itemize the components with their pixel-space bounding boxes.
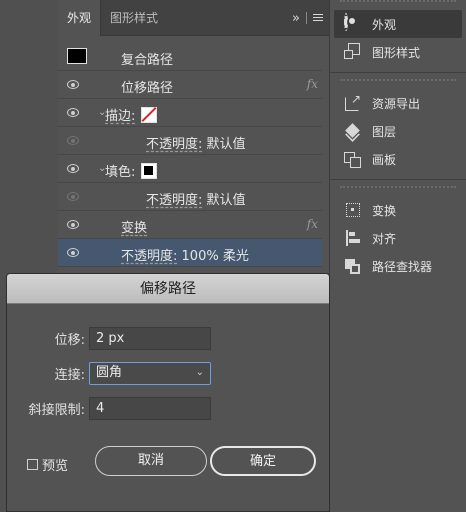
miter-row: 斜接限制: 4 (7, 397, 211, 420)
dock-item-asset-export[interactable]: ↗ 资源导出 (330, 89, 466, 117)
align-icon (344, 229, 362, 247)
dock-item-transform[interactable]: 变换 (330, 196, 466, 224)
tab-appearance[interactable]: 外观 (58, 0, 101, 36)
joins-label: 连接: (54, 368, 85, 383)
joins-row: 连接: 圆角 ⌄ (7, 362, 211, 385)
layers-icon (344, 122, 362, 142)
offset-path-dialog: 偏移路径 位移: 2 px 连接: 圆角 ⌄ 斜接限制: 4 预览 取消 确定 (6, 273, 330, 512)
pathfinder-icon (344, 257, 362, 275)
transform-icon (344, 201, 362, 219)
eye-icon[interactable] (67, 220, 79, 229)
row-opacity[interactable]: 不透明度: 100% 柔光 (58, 239, 322, 267)
miter-limit-input[interactable]: 4 (89, 397, 211, 420)
dock-item-pathfinder[interactable]: 路径查找器 (330, 252, 466, 280)
dock-group: ↗ 资源导出 图层 画板 (330, 87, 466, 180)
fx-icon[interactable]: fx (307, 77, 318, 91)
offset-row: 位移: 2 px (7, 327, 211, 350)
eye-icon[interactable] (67, 248, 79, 257)
fx-icon[interactable]: fx (307, 217, 318, 231)
opacity-value: 100% 柔光 (181, 249, 249, 264)
appearance-panel: 外观 图形样式 » 复合路径 位移路径 fx ⌄ 描边: 不透明度: 默认值 ⌄… (58, 0, 330, 290)
dock-item-label: 路径查找器 (372, 259, 433, 274)
panel-tab-bar: 外观 图形样式 » (58, 0, 329, 36)
dock-item-label: 图形样式 (372, 45, 421, 60)
ok-button[interactable]: 确定 (210, 446, 316, 476)
panel-controls: » (292, 0, 323, 36)
row-label-wrap: 不透明度: 100% 柔光 (121, 245, 249, 264)
preview-option[interactable]: 预览 (27, 455, 68, 474)
eye-icon[interactable] (67, 108, 79, 117)
row-stroke-opacity[interactable]: 不透明度: 默认值 (58, 127, 322, 155)
dock-grip[interactable] (340, 79, 456, 87)
joins-select[interactable]: 圆角 ⌄ (89, 362, 211, 385)
chevron-down-icon: ⌄ (195, 367, 204, 378)
fill-black-swatch-icon[interactable] (141, 162, 158, 179)
artboards-icon (344, 150, 362, 168)
row-label: 位移路径 (121, 81, 174, 96)
preview-label: 预览 (42, 459, 69, 474)
dock-item-label: 画板 (372, 152, 397, 167)
dock-item-label: 图层 (372, 124, 397, 139)
dock-item-label: 外观 (372, 17, 397, 32)
cancel-button[interactable]: 取消 (95, 446, 207, 476)
appearance-icon (344, 13, 362, 33)
row-label-wrap: 不透明度: 默认值 (146, 189, 246, 208)
row-label[interactable]: 变换 (121, 217, 147, 236)
row-fill[interactable]: ⌄ 填色: (58, 155, 322, 183)
opacity-label[interactable]: 不透明度: (146, 193, 202, 208)
appearance-rows: 复合路径 位移路径 fx ⌄ 描边: 不透明度: 默认值 ⌄ 填色: 不透明度:… (58, 43, 322, 267)
dock-group: 外观 图形样式 (330, 8, 466, 73)
dock-item-artboards[interactable]: 画板 (330, 145, 466, 173)
row-label: 复合路径 (121, 53, 174, 68)
offset-input[interactable]: 2 px (89, 327, 211, 350)
joins-selected-value: 圆角 (96, 365, 123, 380)
right-dock: 外观 图形样式 ↗ 资源导出 图层 画板 变换 对齐 路径查找器 (330, 0, 466, 512)
dock-item-layers[interactable]: 图层 (330, 117, 466, 145)
dock-item-label: 对齐 (372, 231, 397, 246)
dock-item-label: 资源导出 (372, 96, 421, 111)
dock-item-graphic-styles[interactable]: 图形样式 (330, 38, 466, 66)
dialog-title[interactable]: 偏移路径 (7, 274, 329, 304)
row-label-wrap: 描边: (105, 105, 158, 124)
row-stroke[interactable]: ⌄ 描边: (58, 99, 322, 127)
opacity-label[interactable]: 不透明度: (121, 249, 177, 264)
dock-grip[interactable] (340, 0, 456, 8)
controls-divider (306, 12, 307, 24)
panel-menu-icon[interactable] (313, 13, 323, 23)
opacity-value: 默认值 (206, 193, 246, 208)
asset-export-icon: ↗ (344, 92, 362, 112)
stroke-label[interactable]: 描边: (105, 105, 135, 124)
object-thumbnail (67, 48, 87, 64)
dock-grip[interactable] (340, 186, 456, 194)
offset-label: 位移: (54, 333, 85, 348)
stroke-none-swatch-icon[interactable] (141, 106, 158, 123)
graphic-styles-icon (344, 43, 362, 61)
dock-item-align[interactable]: 对齐 (330, 224, 466, 252)
dock-item-appearance[interactable]: 外观 (334, 10, 462, 38)
row-transform[interactable]: 变换 fx (58, 211, 322, 239)
eye-icon[interactable] (67, 192, 79, 201)
row-compound-path[interactable]: 复合路径 (58, 43, 322, 71)
row-offset-path[interactable]: 位移路径 fx (58, 71, 322, 99)
opacity-value: 默认值 (206, 137, 246, 152)
eye-icon[interactable] (67, 164, 79, 173)
eye-icon[interactable] (67, 136, 79, 145)
opacity-label[interactable]: 不透明度: (146, 137, 202, 152)
miter-limit-label: 斜接限制: (28, 403, 85, 418)
dock-item-label: 变换 (372, 203, 397, 218)
collapse-icon[interactable]: » (292, 12, 300, 25)
row-label-wrap: 填色: (105, 161, 158, 180)
row-label-wrap: 不透明度: 默认值 (146, 133, 246, 152)
tab-graphic-styles[interactable]: 图形样式 (100, 0, 167, 36)
row-fill-opacity[interactable]: 不透明度: 默认值 (58, 183, 322, 211)
dock-group: 变换 对齐 路径查找器 (330, 194, 466, 286)
eye-icon[interactable] (67, 80, 79, 89)
preview-checkbox[interactable] (27, 459, 38, 470)
fill-label: 填色: (105, 165, 136, 180)
